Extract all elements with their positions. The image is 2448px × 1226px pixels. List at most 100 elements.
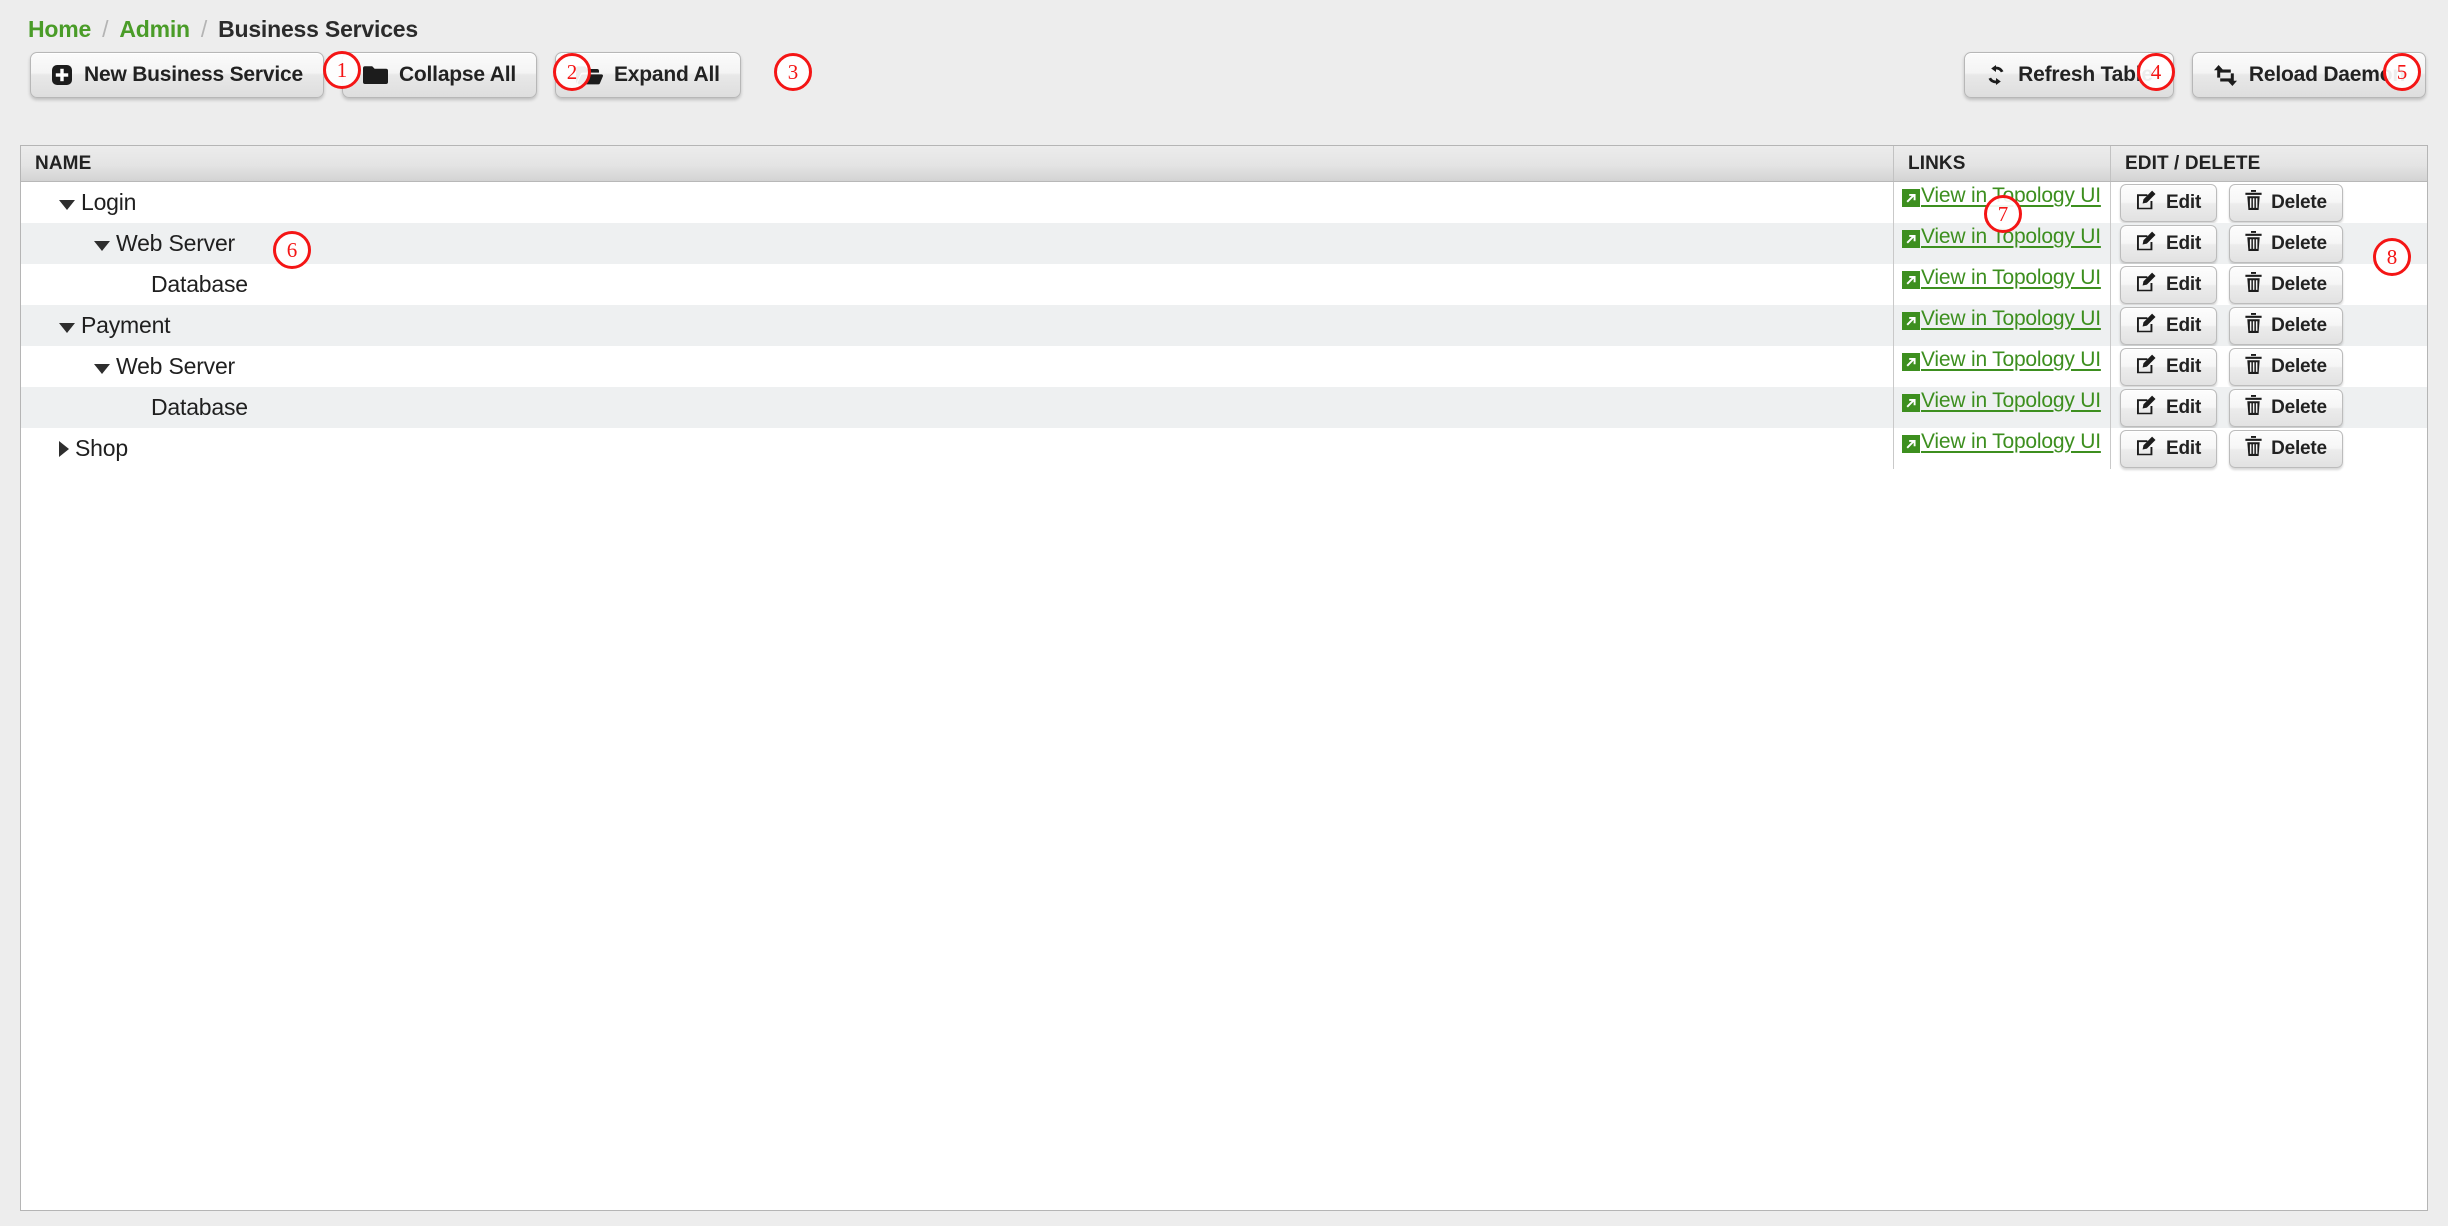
breadcrumb-separator: /	[102, 16, 108, 43]
breadcrumb-item-admin[interactable]: Admin	[119, 16, 190, 43]
pencil-square-icon	[2136, 231, 2157, 257]
view-in-topology-ui-label: View in Topology UI	[1921, 225, 2101, 249]
service-name-label: Shop	[75, 435, 128, 462]
edit-button[interactable]: Edit	[2120, 266, 2217, 304]
cell-edit-delete: Edit Delete	[2110, 182, 2426, 223]
business-services-table: NAME LINKS EDIT / DELETE Login View in To…	[20, 145, 2428, 1211]
column-header-links: LINKS	[1893, 146, 2110, 181]
refresh-icon	[1985, 64, 2007, 86]
tree-indent-spacer	[129, 407, 145, 408]
caret-right-icon[interactable]	[59, 441, 69, 457]
caret-down-icon[interactable]	[94, 364, 110, 374]
table-row[interactable]: Payment View in Topology UI Edit Delete	[21, 305, 2427, 346]
edit-button[interactable]: Edit	[2120, 389, 2217, 427]
delete-button[interactable]: Delete	[2229, 348, 2343, 386]
edit-button[interactable]: Edit	[2120, 430, 2217, 468]
view-in-topology-ui-link[interactable]: View in Topology UI	[1902, 430, 2101, 454]
tree-indent-spacer	[129, 284, 145, 285]
edit-button-label: Edit	[2166, 274, 2201, 296]
breadcrumb: Home / Admin / Business Services	[28, 14, 418, 44]
edit-button[interactable]: Edit	[2120, 225, 2217, 263]
plus-square-icon	[51, 64, 73, 86]
reload-daemon-icon	[2213, 65, 2238, 86]
view-in-topology-ui-link[interactable]: View in Topology UI	[1902, 225, 2101, 249]
delete-button-label: Delete	[2271, 192, 2327, 214]
delete-button[interactable]: Delete	[2229, 307, 2343, 345]
table-row[interactable]: Login View in Topology UI Edit Delete	[21, 182, 2427, 223]
view-in-topology-ui-label: View in Topology UI	[1921, 184, 2101, 208]
edit-button-label: Edit	[2166, 356, 2201, 378]
collapse-all-button[interactable]: Collapse All	[342, 52, 537, 98]
refresh-table-button[interactable]: Refresh Table	[1964, 52, 2174, 98]
cell-edit-delete: Edit Delete	[2110, 387, 2426, 428]
reload-daemon-label: Reload Daemon	[2249, 63, 2405, 87]
delete-button[interactable]: Delete	[2229, 184, 2343, 222]
service-name-label: Database	[151, 394, 248, 421]
cell-name: Web Server	[21, 346, 1893, 387]
refresh-table-label: Refresh Table	[2018, 63, 2153, 87]
new-business-service-label: New Business Service	[84, 63, 303, 87]
edit-button-label: Edit	[2166, 192, 2201, 214]
trash-icon	[2245, 436, 2262, 462]
edit-button[interactable]: Edit	[2120, 348, 2217, 386]
delete-button[interactable]: Delete	[2229, 389, 2343, 427]
business-services-page: Home / Admin / Business Services New Bus…	[0, 0, 2448, 1226]
view-in-topology-ui-link[interactable]: View in Topology UI	[1902, 307, 2101, 331]
trash-icon	[2245, 395, 2262, 421]
external-link-icon	[1902, 312, 1920, 330]
view-in-topology-ui-label: View in Topology UI	[1921, 307, 2101, 331]
external-link-icon	[1902, 271, 1920, 289]
new-business-service-button[interactable]: New Business Service	[30, 52, 324, 98]
cell-name: Payment	[21, 305, 1893, 346]
edit-button[interactable]: Edit	[2120, 307, 2217, 345]
expand-all-label: Expand All	[614, 63, 720, 87]
delete-button-label: Delete	[2271, 397, 2327, 419]
delete-button-label: Delete	[2271, 356, 2327, 378]
cell-links: View in Topology UI	[1893, 305, 2110, 346]
view-in-topology-ui-link[interactable]: View in Topology UI	[1902, 348, 2101, 372]
delete-button[interactable]: Delete	[2229, 225, 2343, 263]
pencil-square-icon	[2136, 272, 2157, 298]
service-name-label: Payment	[81, 312, 170, 339]
trash-icon	[2245, 354, 2262, 380]
cell-links: View in Topology UI	[1893, 182, 2110, 223]
table-row[interactable]: Web Server View in Topology UI Edit Delete	[21, 346, 2427, 387]
breadcrumb-item-home[interactable]: Home	[28, 16, 91, 43]
folder-open-icon	[576, 65, 603, 85]
table-row[interactable]: Database View in Topology UI Edit Delete	[21, 387, 2427, 428]
column-header-name: NAME	[21, 146, 1893, 181]
delete-button[interactable]: Delete	[2229, 266, 2343, 304]
cell-name: Login	[21, 182, 1893, 223]
pencil-square-icon	[2136, 190, 2157, 216]
cell-edit-delete: Edit Delete	[2110, 428, 2426, 469]
caret-down-icon[interactable]	[59, 323, 75, 333]
column-header-edit-delete: EDIT / DELETE	[2110, 146, 2426, 181]
service-name-label: Login	[81, 189, 136, 216]
breadcrumb-item-business-services: Business Services	[218, 16, 418, 43]
delete-button-label: Delete	[2271, 438, 2327, 460]
delete-button-label: Delete	[2271, 315, 2327, 337]
cell-edit-delete: Edit Delete	[2110, 264, 2426, 305]
table-row[interactable]: Shop View in Topology UI Edit Delete	[21, 428, 2427, 469]
edit-button-label: Edit	[2166, 397, 2201, 419]
table-row[interactable]: Web ServerView in Topology UIEditDelete	[21, 223, 2427, 264]
folder-closed-icon	[363, 65, 388, 85]
caret-down-icon[interactable]	[94, 241, 110, 251]
view-in-topology-ui-link[interactable]: View in Topology UI	[1902, 266, 2101, 290]
view-in-topology-ui-label: View in Topology UI	[1921, 266, 2101, 290]
edit-button[interactable]: Edit	[2120, 184, 2217, 222]
view-in-topology-ui-link[interactable]: View in Topology UI	[1902, 184, 2101, 208]
table-row[interactable]: DatabaseView in Topology UIEditDelete	[21, 264, 2427, 305]
expand-all-button[interactable]: Expand All	[555, 52, 741, 98]
view-in-topology-ui-link[interactable]: View in Topology UI	[1902, 389, 2101, 413]
trash-icon	[2245, 272, 2262, 298]
view-in-topology-ui-label: View in Topology UI	[1921, 348, 2101, 372]
cell-links: View in Topology UI	[1893, 223, 2110, 264]
view-in-topology-ui-label: View in Topology UI	[1921, 430, 2101, 454]
toolbar: New Business Service Collapse All E	[0, 52, 2448, 108]
reload-daemon-button[interactable]: Reload Daemon	[2192, 52, 2426, 98]
edit-button-label: Edit	[2166, 233, 2201, 255]
delete-button[interactable]: Delete	[2229, 430, 2343, 468]
caret-down-icon[interactable]	[59, 200, 75, 210]
pencil-square-icon	[2136, 436, 2157, 462]
